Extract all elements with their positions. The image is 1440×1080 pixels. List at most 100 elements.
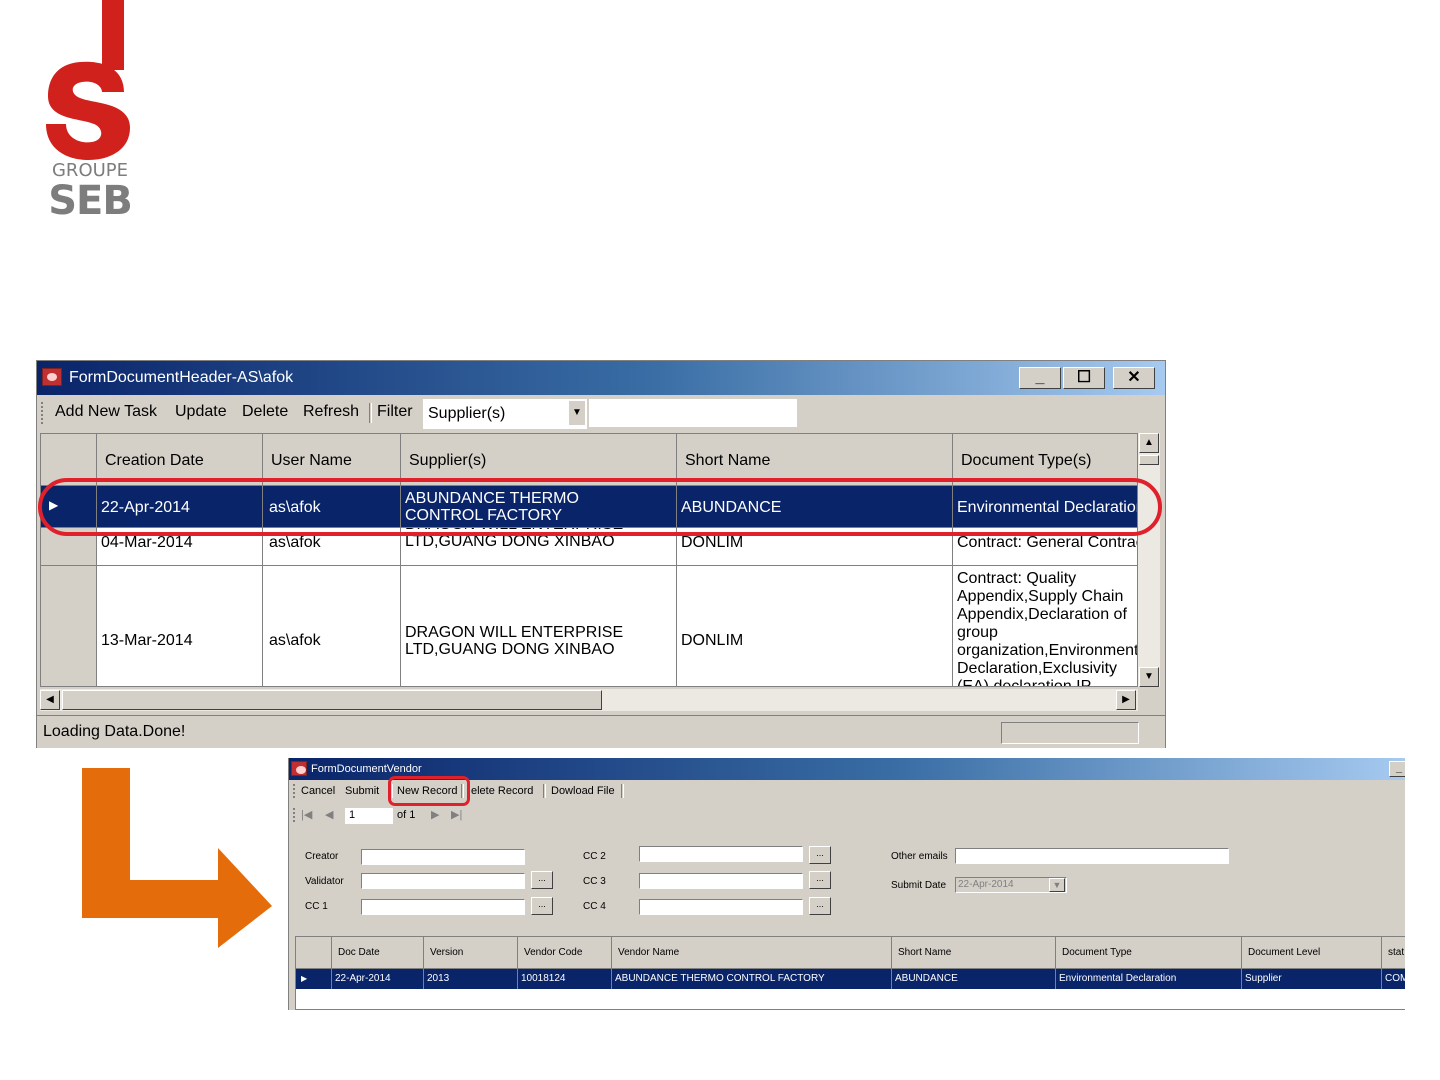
column-header-short-name[interactable]: Short Name — [892, 937, 1056, 969]
window-titlebar[interactable]: FormDocumentVendor _ — [289, 758, 1405, 780]
cc2-browse-button[interactable]: ... — [809, 846, 831, 864]
page-number-value: 1 — [349, 809, 356, 821]
filter-select[interactable]: Supplier(s) — [423, 399, 587, 429]
chevron-down-icon[interactable]: ▼ — [1049, 878, 1065, 892]
row-selector[interactable] — [41, 528, 97, 566]
column-header-version[interactable]: Version — [424, 937, 518, 969]
cc3-browse-button[interactable]: ... — [809, 871, 831, 889]
window-title: FormDocumentHeader-AS\afok — [69, 369, 294, 386]
column-header-vendor-code[interactable]: Vendor Code — [518, 937, 612, 969]
table-cell[interactable]: DONLIM — [677, 566, 953, 686]
update-button[interactable]: Update — [175, 395, 227, 429]
other-emails-field[interactable] — [955, 848, 1229, 864]
row-selector[interactable]: ▶ — [41, 486, 97, 528]
scroll-left-icon[interactable]: ◀ — [40, 690, 60, 710]
table-cell[interactable]: 22-Apr-2014 — [332, 969, 424, 989]
toolbar-separator — [369, 403, 372, 423]
table-cell[interactable]: Environmental Declaration — [953, 486, 1137, 528]
chevron-down-icon[interactable]: ▼ — [569, 401, 585, 425]
table-cell[interactable]: DONLIM — [677, 528, 953, 566]
submit-date-label: Submit Date — [891, 880, 947, 891]
window-titlebar[interactable]: FormDocumentHeader-AS\afok _ ☐ ✕ — [37, 361, 1165, 395]
column-header-short-name[interactable]: Short Name — [677, 434, 953, 486]
validator-browse-button[interactable]: ... — [531, 871, 553, 889]
submit-button[interactable]: Submit — [345, 782, 379, 800]
table-cell[interactable]: 2013 — [424, 969, 518, 989]
column-header-doc-date[interactable]: Doc Date — [332, 937, 424, 969]
cell-text: DRAGON WILL ENTERPRISE LTD,GUANG DONG XI… — [405, 528, 623, 550]
table-cell[interactable]: as\afok — [263, 566, 401, 686]
toolbar-grip[interactable] — [41, 402, 45, 424]
scroll-thumb[interactable] — [1139, 455, 1159, 465]
filter-input[interactable] — [589, 399, 797, 427]
other-emails-label: Other emails — [891, 851, 948, 862]
filter-select-value: Supplier(s) — [428, 405, 506, 422]
previous-page-icon[interactable]: ◀ — [325, 806, 333, 824]
row-selector[interactable]: ▶ — [296, 969, 332, 989]
column-header-user-name[interactable]: User Name — [263, 434, 401, 486]
table-cell[interactable]: as\afok — [263, 486, 401, 528]
cancel-button[interactable]: Cancel — [301, 782, 335, 800]
cc4-field[interactable] — [639, 899, 803, 915]
table-cell[interactable]: 22-Apr-2014 — [97, 486, 263, 528]
page-number-input[interactable]: 1 — [345, 808, 393, 824]
toolbar-separator — [390, 784, 393, 798]
first-page-icon[interactable]: |◀ — [301, 806, 312, 824]
app-icon — [291, 761, 307, 776]
table-cell[interactable]: Environmental Declaration — [1056, 969, 1242, 989]
column-header-status[interactable]: stat — [1382, 937, 1405, 969]
minimize-button[interactable]: _ — [1019, 367, 1061, 389]
column-header-suppliers[interactable]: Supplier(s) — [401, 434, 677, 486]
table-cell[interactable]: DRAGON WILL ENTERPRISE LTD,GUANG DONG XI… — [401, 528, 677, 566]
table-cell[interactable]: Contract: General Contract — [953, 528, 1137, 566]
column-header-creation-date[interactable]: Creation Date — [97, 434, 263, 486]
new-record-button[interactable]: New Record — [397, 782, 458, 800]
scroll-down-icon[interactable]: ▼ — [1139, 667, 1159, 687]
maximize-button[interactable]: ☐ — [1063, 367, 1105, 389]
next-page-icon[interactable]: ▶ — [431, 806, 439, 824]
minimize-button[interactable]: _ — [1389, 761, 1405, 777]
table-cell[interactable]: Supplier — [1242, 969, 1382, 989]
toolbar-grip[interactable] — [293, 784, 297, 798]
table-cell[interactable]: as\afok — [263, 528, 401, 566]
delete-record-button[interactable]: elete Record — [471, 782, 533, 800]
table-cell[interactable]: Contract: Quality Appendix,Supply Chain … — [953, 566, 1137, 686]
vertical-scrollbar[interactable]: ▲ ▼ — [1138, 433, 1160, 687]
close-button[interactable]: ✕ — [1113, 367, 1155, 389]
table-cell[interactable]: ABUNDANCE THERMO CONTROL FACTORY — [612, 969, 892, 989]
table-cell[interactable]: DRAGON WILL ENTERPRISE LTD,GUANG DONG XI… — [401, 566, 677, 686]
scroll-up-icon[interactable]: ▲ — [1139, 433, 1159, 453]
cc1-browse-button[interactable]: ... — [531, 897, 553, 915]
table-cell[interactable]: 10018124 — [518, 969, 612, 989]
table-cell[interactable]: ABUNDANCE — [677, 486, 953, 528]
last-page-icon[interactable]: ▶| — [451, 806, 462, 824]
validator-field[interactable] — [361, 873, 525, 889]
row-selector[interactable] — [41, 566, 97, 686]
cc3-field[interactable] — [639, 873, 803, 889]
toolbar-grip[interactable] — [293, 808, 297, 822]
creator-field[interactable] — [361, 849, 525, 865]
table-cell[interactable]: 13-Mar-2014 — [97, 566, 263, 686]
row-header-corner — [41, 434, 97, 486]
table-cell[interactable]: COM — [1382, 969, 1405, 989]
download-file-button[interactable]: Dowload File — [551, 782, 615, 800]
refresh-button[interactable]: Refresh — [303, 395, 359, 429]
column-header-document-level[interactable]: Document Level — [1242, 937, 1382, 969]
column-header-vendor-name[interactable]: Vendor Name — [612, 937, 892, 969]
cell-text: 22-Apr-2014 — [101, 499, 190, 516]
column-header-document-type[interactable]: Document Type — [1056, 937, 1242, 969]
table-cell[interactable]: 04-Mar-2014 — [97, 528, 263, 566]
scroll-right-icon[interactable]: ▶ — [1116, 690, 1136, 710]
column-header-document-types[interactable]: Document Type(s) — [953, 434, 1137, 486]
delete-button[interactable]: Delete — [242, 395, 288, 429]
cc4-browse-button[interactable]: ... — [809, 897, 831, 915]
table-cell[interactable]: ABUNDANCE THERMO CONTROL FACTORY — [401, 486, 677, 528]
scroll-thumb[interactable] — [62, 690, 602, 710]
horizontal-scrollbar[interactable]: ◀ ▶ — [40, 689, 1138, 711]
toolbar-separator — [543, 784, 546, 798]
cc2-field[interactable] — [639, 846, 803, 862]
cc1-field[interactable] — [361, 899, 525, 915]
row-pointer-icon: ▶ — [49, 498, 59, 512]
add-new-task-button[interactable]: Add New Task — [55, 395, 157, 429]
table-cell[interactable]: ABUNDANCE — [892, 969, 1056, 989]
